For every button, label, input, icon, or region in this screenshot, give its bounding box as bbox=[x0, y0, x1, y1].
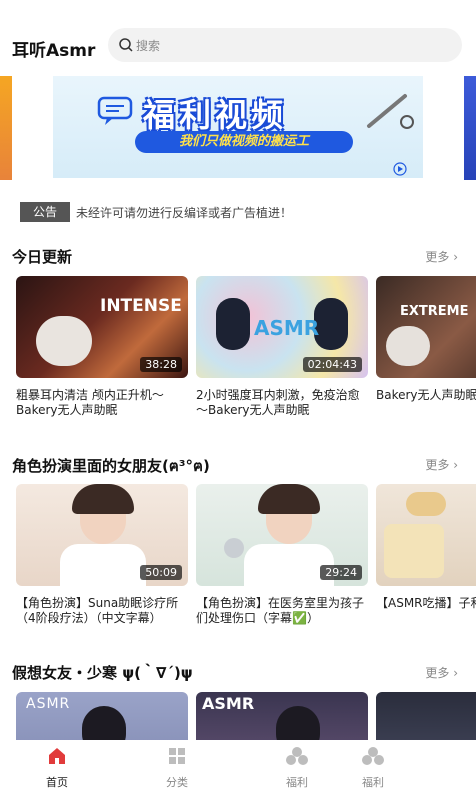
notice-bar: 公告 未经许可请勿进行反编译或者广告植进！ bbox=[0, 200, 476, 224]
video-title: 2小时强度耳内刺激，免疫治愈～Bakery无人声助眠 bbox=[196, 388, 360, 417]
banner-subtitle: 我们只做视频的搬运工 bbox=[135, 131, 353, 153]
search-icon bbox=[119, 38, 133, 52]
chevron-right-icon: › bbox=[453, 666, 458, 680]
video-thumbnail[interactable]: ASMR 02:04:43 bbox=[196, 276, 368, 378]
person-hair bbox=[72, 484, 134, 514]
video-card[interactable]: ASMR 02:04:43 2小时强度耳内刺激，免疫治愈～Bakery无人声助眠 bbox=[196, 276, 368, 420]
thumbnail-overlay-text: INTENSE bbox=[100, 296, 182, 316]
welfare-icon bbox=[286, 747, 308, 765]
chevron-right-icon: › bbox=[453, 250, 458, 264]
banner-slide[interactable]: 福利视频 我们只做视频的搬运工 bbox=[53, 76, 423, 178]
video-card[interactable]: ASMR bbox=[16, 692, 188, 740]
video-title: 【角色扮演】Suna助眠诊疗所（4阶段疗法）（中文字幕） bbox=[16, 596, 179, 625]
banner-prev-slide[interactable] bbox=[0, 76, 12, 180]
video-thumbnail[interactable]: INTENSE 38:28 bbox=[16, 276, 188, 378]
grid-icon bbox=[169, 748, 185, 764]
home-icon bbox=[49, 748, 65, 764]
video-duration: 38:28 bbox=[140, 357, 182, 372]
more-label: 更多 bbox=[425, 250, 450, 264]
food-image bbox=[384, 524, 444, 578]
welfare-icon bbox=[362, 747, 384, 765]
video-card[interactable]: 29:24 【角色扮演】在医务室里为孩子们处理伤口（字幕✅） bbox=[196, 484, 368, 628]
video-card[interactable]: ASMR bbox=[196, 692, 368, 740]
person-hair bbox=[276, 706, 320, 740]
search-input[interactable]: 搜索 bbox=[108, 28, 462, 62]
chevron-right-icon: › bbox=[453, 458, 458, 472]
video-thumbnail[interactable]: ASMR bbox=[196, 692, 368, 740]
play-icon bbox=[393, 162, 407, 176]
video-title: 粗暴耳内清洁 颅内正升机～Bakery无人声助眠 bbox=[16, 388, 164, 417]
earphone-image bbox=[36, 316, 92, 366]
tab-welfare[interactable]: 福利 bbox=[267, 746, 327, 790]
person-body bbox=[60, 544, 146, 586]
video-thumbnail[interactable] bbox=[376, 692, 476, 740]
bottom-tab-bar: 首页 分类 福利 福利 bbox=[0, 740, 476, 790]
video-thumbnail[interactable]: ASMR bbox=[16, 692, 188, 740]
video-title: Bakery无人声助眠探索 bbox=[376, 388, 476, 402]
search-placeholder: 搜索 bbox=[136, 39, 161, 53]
more-label: 更多 bbox=[425, 458, 450, 472]
section-title-today: 今日更新 bbox=[12, 248, 73, 266]
video-thumbnail[interactable]: 29:24 bbox=[196, 484, 368, 586]
thumbnail-overlay-text: ASMR bbox=[254, 316, 320, 340]
chat-bubble-icon bbox=[97, 96, 133, 125]
video-row-girlfriend: ASMR ASMR bbox=[16, 692, 476, 740]
video-thumbnail[interactable] bbox=[376, 484, 476, 586]
video-duration: 29:24 bbox=[320, 565, 362, 580]
more-link-today[interactable]: 更多 › bbox=[425, 248, 458, 265]
tab-welfare-2[interactable]: 福利 bbox=[343, 746, 403, 790]
video-card[interactable]: 50:09 【角色扮演】Suna助眠诊疗所（4阶段疗法）（中文字幕） bbox=[16, 484, 188, 628]
thumbnail-overlay-text: ASMR bbox=[202, 694, 255, 713]
earphone-image bbox=[386, 326, 430, 366]
section-title-roleplay: 角色扮演里面的女朋友(ฅ³°ฅ) bbox=[12, 457, 210, 475]
food-image bbox=[406, 492, 446, 516]
video-row-roleplay: 50:09 【角色扮演】Suna助眠诊疗所（4阶段疗法）（中文字幕） 29:24… bbox=[16, 484, 476, 634]
video-card[interactable] bbox=[376, 692, 476, 740]
more-link-girlfriend[interactable]: 更多 › bbox=[425, 664, 458, 681]
video-title: 【角色扮演】在医务室里为孩子们处理伤口（字幕✅） bbox=[196, 596, 365, 625]
tab-category[interactable]: 分类 bbox=[147, 746, 207, 790]
banner-title: 福利视频 bbox=[143, 96, 288, 134]
banner-carousel[interactable]: 福利视频 我们只做视频的搬运工 bbox=[0, 76, 476, 180]
person-hair bbox=[82, 706, 126, 740]
video-thumbnail[interactable]: EXTREME bbox=[376, 276, 476, 378]
person-hair bbox=[258, 484, 320, 514]
video-row-today: INTENSE 38:28 粗暴耳内清洁 颅内正升机～Bakery无人声助眠 A… bbox=[16, 276, 476, 426]
video-duration: 02:04:43 bbox=[302, 357, 362, 372]
tab-home[interactable]: 首页 bbox=[27, 746, 87, 790]
pen-icon bbox=[367, 94, 414, 129]
thumbnail-overlay-text: ASMR bbox=[26, 696, 71, 712]
top-bar: 耳听Asmr 搜索 bbox=[0, 0, 476, 76]
video-card[interactable]: INTENSE 38:28 粗暴耳内清洁 颅内正升机～Bakery无人声助眠 bbox=[16, 276, 188, 420]
section-title-girlfriend: 假想女友・少寒 ψ(｀∇´)ψ bbox=[12, 664, 193, 682]
stethoscope-image bbox=[224, 538, 244, 558]
ear-model-left bbox=[216, 298, 250, 350]
more-link-roleplay[interactable]: 更多 › bbox=[425, 456, 458, 473]
video-title: 【ASMR吃播】子和团子糖葫芦 bbox=[376, 596, 476, 610]
more-label: 更多 bbox=[425, 666, 450, 680]
video-card[interactable]: 【ASMR吃播】子和团子糖葫芦 bbox=[376, 484, 476, 628]
video-card[interactable]: EXTREME Bakery无人声助眠探索 bbox=[376, 276, 476, 420]
video-thumbnail[interactable]: 50:09 bbox=[16, 484, 188, 586]
notice-tag: 公告 bbox=[20, 202, 70, 222]
app-title: 耳听Asmr bbox=[12, 41, 96, 61]
thumbnail-overlay-text: EXTREME bbox=[400, 304, 469, 319]
banner-next-slide[interactable] bbox=[464, 76, 476, 180]
notice-text: 未经许可请勿进行反编译或者广告植进！ bbox=[76, 206, 293, 220]
video-duration: 50:09 bbox=[140, 565, 182, 580]
